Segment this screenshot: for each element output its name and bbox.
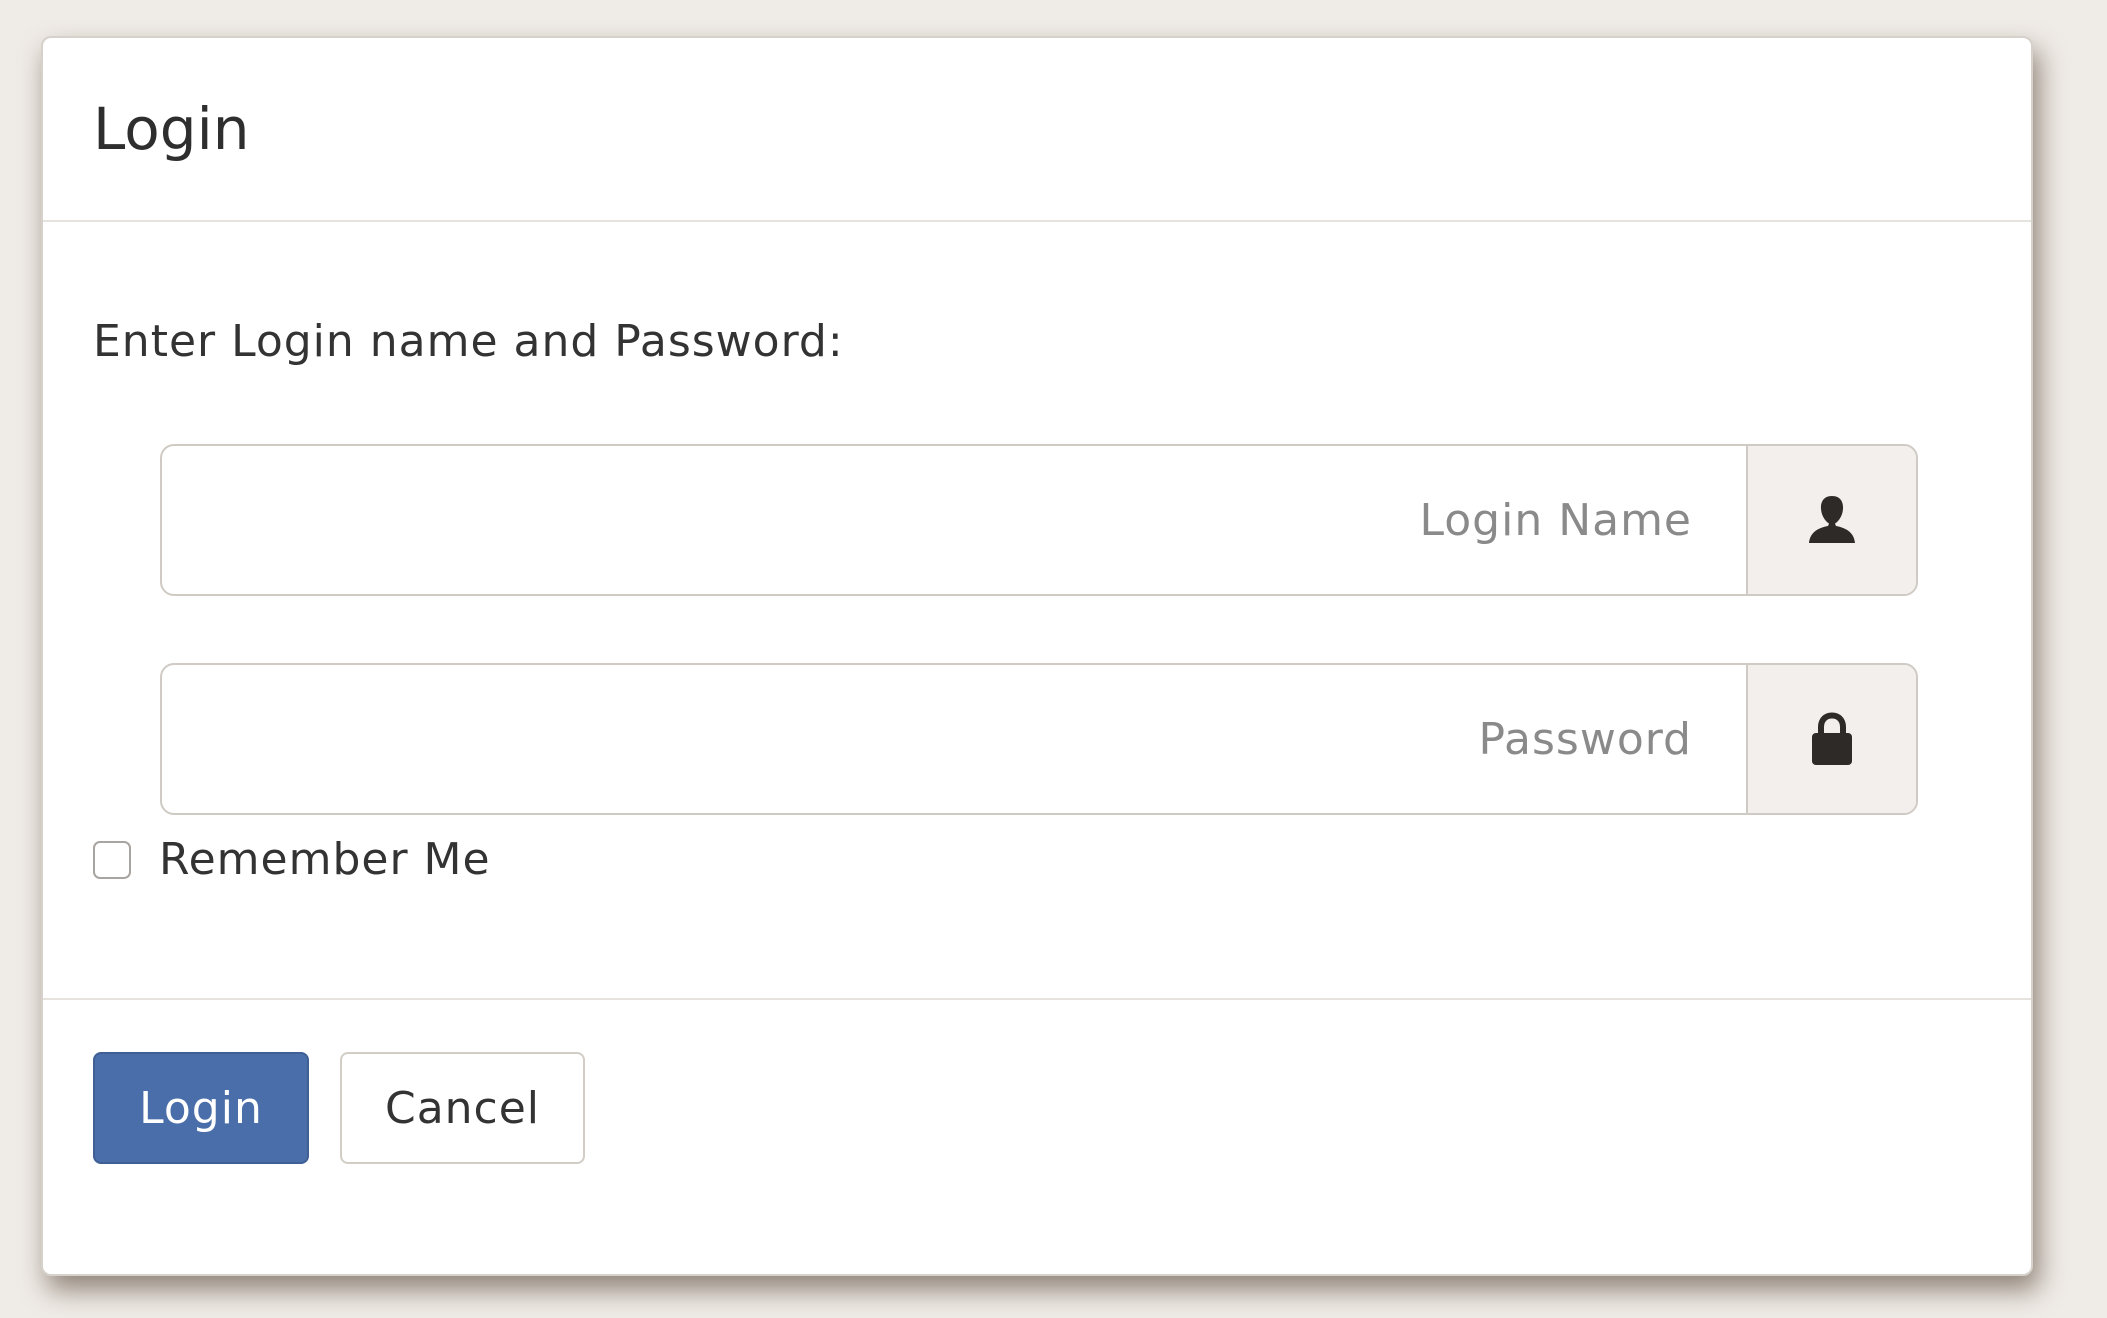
user-icon [1809, 496, 1855, 543]
remember-me-checkbox[interactable] [93, 840, 131, 879]
login-dialog: Login Enter Login name and Password: Log… [41, 36, 2033, 1276]
remember-me-row[interactable]: Remember Me [93, 834, 491, 885]
login-name-input[interactable] [162, 446, 1746, 594]
login-name-group [160, 444, 1918, 596]
login-name-addon [1746, 446, 1916, 594]
login-prompt: Enter Login name and Password: [93, 316, 844, 367]
password-addon [1746, 665, 1916, 813]
lock-icon [1812, 712, 1852, 765]
password-group [160, 663, 1918, 815]
dialog-title: Login [93, 95, 250, 163]
page-background: Login Enter Login name and Password: Log… [0, 0, 2107, 1318]
password-input[interactable] [162, 665, 1746, 813]
cancel-button[interactable]: Cancel [340, 1052, 585, 1164]
dialog-header: Login [43, 38, 2031, 222]
dialog-footer: Login Cancel [43, 1000, 2031, 1274]
dialog-body: Enter Login name and Password: Login Nam… [43, 222, 2031, 1000]
login-button[interactable]: Login [93, 1052, 309, 1164]
remember-me-label[interactable]: Remember Me [159, 834, 491, 885]
